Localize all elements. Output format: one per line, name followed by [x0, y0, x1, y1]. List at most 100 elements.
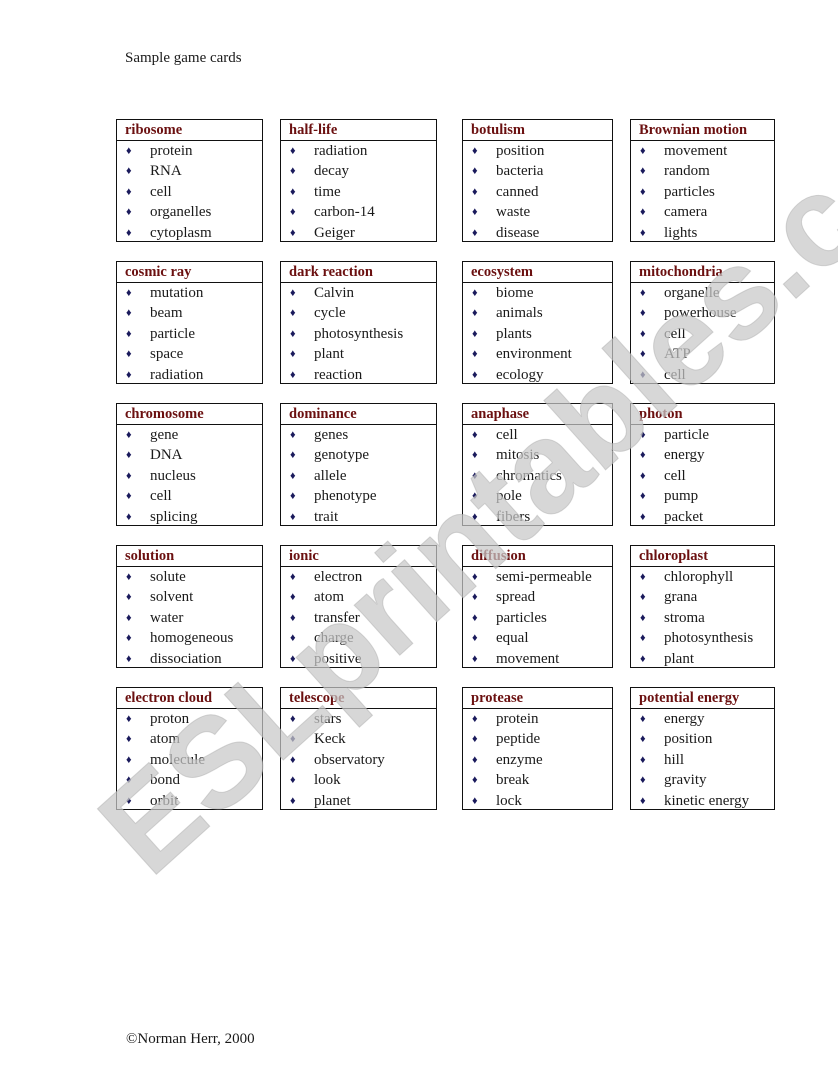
game-card: botulism ♦ position ♦ bacteria ♦ canned ♦ waste ♦…: [462, 119, 613, 242]
diamond-bullet-icon: ♦: [472, 307, 478, 320]
diamond-bullet-icon: ♦: [126, 429, 132, 441]
card-word: ATP: [664, 346, 691, 363]
diamond-bullet-icon: ♦: [472, 632, 478, 645]
card-word-item: ♦ environment: [463, 344, 612, 364]
card-word-item: ♦ plants: [463, 324, 612, 344]
card-word-item: ♦ stars: [281, 709, 436, 729]
card-word: radiation: [150, 366, 204, 383]
card-word-item: ♦ packet: [631, 507, 774, 527]
diamond-bullet-icon: ♦: [640, 571, 646, 583]
diamond-bullet-icon: ♦: [640, 753, 646, 766]
card-title: ecosystem: [463, 262, 612, 283]
card-word-item: ♦ gene: [117, 425, 262, 445]
card-word: pole: [496, 488, 522, 505]
card-word-item: ♦ kinetic energy: [631, 791, 774, 811]
diamond-bullet-icon: ♦: [640, 165, 646, 178]
card-word: gene: [150, 427, 179, 443]
card-word: position: [496, 143, 545, 159]
card-word: beam: [150, 305, 183, 322]
card-word: photosynthesis: [664, 630, 754, 647]
card-word-list: ♦ electron ♦ atom ♦ transfer ♦ charge ♦ positive: [281, 567, 436, 669]
card-word: DNA: [150, 447, 183, 464]
card-word: cell: [664, 325, 686, 342]
diamond-bullet-icon: ♦: [290, 510, 296, 523]
diamond-bullet-icon: ♦: [126, 794, 132, 807]
card-word: cell: [496, 427, 518, 443]
diamond-bullet-icon: ♦: [472, 469, 478, 482]
card-word: kinetic energy: [664, 792, 750, 809]
card-word: hill: [664, 751, 685, 768]
card-word-item: ♦ radiation: [281, 141, 436, 161]
card-word: fibers: [496, 508, 531, 525]
diamond-bullet-icon: ♦: [472, 348, 478, 361]
card-word: camera: [664, 204, 708, 221]
card-word-item: ♦ position: [463, 141, 612, 161]
card-word-item: ♦ cell: [463, 425, 612, 445]
card-word: powerhouse: [664, 305, 737, 322]
card-word: semi-permeable: [496, 569, 592, 585]
card-word-item: ♦ fibers: [463, 507, 612, 527]
card-word-item: ♦ genes: [281, 425, 436, 445]
card-word: nucleus: [150, 467, 196, 484]
card-word-item: ♦ energy: [631, 709, 774, 729]
card-word: allele: [314, 467, 347, 484]
diamond-bullet-icon: ♦: [472, 794, 478, 807]
card-word: energy: [664, 711, 705, 727]
card-word: decay: [314, 163, 349, 180]
card-word-item: ♦ allele: [281, 466, 436, 486]
card-word: solute: [150, 569, 186, 585]
diamond-bullet-icon: ♦: [126, 571, 132, 583]
card-word: plant: [664, 650, 694, 667]
card-word: pump: [664, 488, 699, 505]
card-word-item: ♦ pole: [463, 486, 612, 506]
diamond-bullet-icon: ♦: [126, 327, 132, 340]
copyright-footer: ©Norman Herr, 2000: [126, 1031, 255, 1047]
diamond-bullet-icon: ♦: [126, 287, 132, 299]
card-title: diffusion: [463, 546, 612, 567]
card-word: canned: [496, 183, 539, 200]
diamond-bullet-icon: ♦: [126, 226, 132, 239]
card-word-item: ♦ RNA: [117, 161, 262, 181]
card-word: genes: [314, 427, 349, 443]
diamond-bullet-icon: ♦: [640, 206, 646, 219]
card-word: trait: [314, 508, 339, 525]
card-word-item: ♦ electron: [281, 567, 436, 587]
diamond-bullet-icon: ♦: [640, 469, 646, 482]
card-word: spread: [496, 589, 536, 606]
card-word-list: ♦ protein ♦ peptide ♦ enzyme ♦ break ♦ lock: [463, 709, 612, 811]
diamond-bullet-icon: ♦: [472, 226, 478, 239]
diamond-bullet-icon: ♦: [126, 307, 132, 320]
diamond-bullet-icon: ♦: [290, 611, 296, 624]
card-word: movement: [496, 650, 560, 667]
diamond-bullet-icon: ♦: [126, 165, 132, 178]
card-word-item: ♦ organelle: [631, 283, 774, 303]
card-word: charge: [314, 630, 354, 647]
card-title: telescope: [281, 688, 436, 709]
diamond-bullet-icon: ♦: [290, 794, 296, 807]
diamond-bullet-icon: ♦: [640, 226, 646, 239]
diamond-bullet-icon: ♦: [640, 733, 646, 746]
card-word-list: ♦ Calvin ♦ cycle ♦ photosynthesis ♦ plant ♦ react…: [281, 283, 436, 385]
card-word: chlorophyll: [664, 569, 734, 585]
diamond-bullet-icon: ♦: [290, 571, 296, 583]
card-word-item: ♦ random: [631, 161, 774, 181]
card-word-item: ♦ reaction: [281, 365, 436, 385]
card-word: particle: [150, 325, 195, 342]
card-word: mutation: [150, 285, 204, 301]
diamond-bullet-icon: ♦: [472, 145, 478, 157]
card-word-item: ♦ gravity: [631, 770, 774, 790]
card-title: chromosome: [117, 404, 262, 425]
diamond-bullet-icon: ♦: [640, 368, 646, 381]
card-word: bond: [150, 772, 180, 789]
game-card: anaphase ♦ cell ♦ mitosis ♦ chromatics ♦ pole ♦ fi…: [462, 403, 613, 526]
card-word: lights: [664, 224, 698, 241]
card-word: proton: [150, 711, 190, 727]
game-card: chromosome ♦ gene ♦ DNA ♦ nucleus ♦ cell ♦ splicin…: [116, 403, 263, 526]
diamond-bullet-icon: ♦: [290, 206, 296, 219]
diamond-bullet-icon: ♦: [472, 774, 478, 787]
card-word: organelles: [150, 204, 212, 221]
card-word-item: ♦ solute: [117, 567, 262, 587]
card-word: RNA: [150, 163, 182, 180]
card-word: Calvin: [314, 285, 354, 301]
diamond-bullet-icon: ♦: [472, 571, 478, 583]
